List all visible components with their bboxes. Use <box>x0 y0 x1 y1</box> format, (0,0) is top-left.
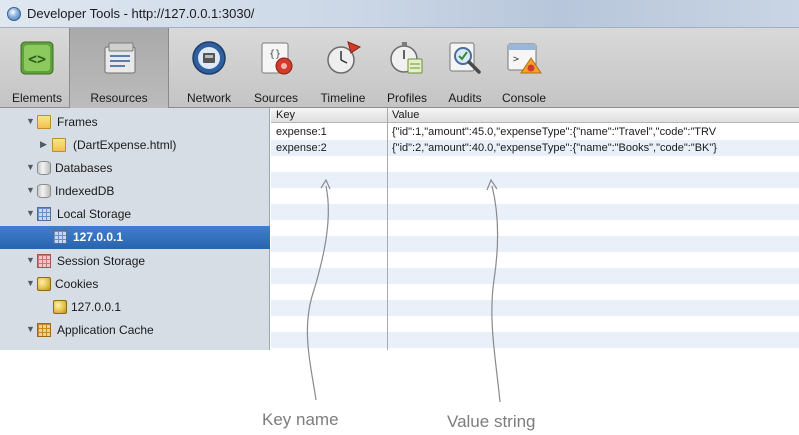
tab-audits[interactable]: Audits <box>440 28 490 108</box>
folder-icon <box>52 138 66 152</box>
tab-profiles-label: Profiles <box>386 91 427 105</box>
console-icon: > <box>507 43 542 74</box>
table-row[interactable] <box>271 268 799 284</box>
expand-arrow-icon[interactable]: ▼ <box>26 278 35 288</box>
expand-arrow-icon[interactable]: ▼ <box>26 116 35 126</box>
table-row[interactable] <box>271 316 799 332</box>
audits-icon <box>449 42 481 74</box>
sidebar-item-cookies-host[interactable]: 127.0.0.1 <box>0 296 270 319</box>
cookies-icon <box>53 300 67 314</box>
window-title: Developer Tools - http://127.0.0.1:3030/ <box>27 6 255 21</box>
sidebar-item-local-storage-host[interactable]: 127.0.0.1 <box>0 226 270 249</box>
key-cell[interactable]: expense:2 <box>276 142 327 154</box>
tab-network[interactable]: Network <box>176 28 242 108</box>
application-cache-icon <box>37 323 51 337</box>
tab-console-label: Console <box>501 91 547 105</box>
column-divider[interactable] <box>387 108 388 350</box>
key-name-callout: Key name <box>262 410 339 429</box>
tab-sources-label: Sources <box>253 91 299 105</box>
tab-elements-label: Elements <box>11 91 63 105</box>
table-row[interactable] <box>271 204 799 220</box>
sidebar-item-frames[interactable]: ▼ Frames <box>0 111 270 134</box>
network-icon <box>192 41 226 75</box>
tab-resources[interactable]: Resources <box>69 28 169 108</box>
sidebar-item-dartexpense[interactable]: ▶ (DartExpense.html) <box>0 134 270 157</box>
sidebar-item-label: Session Storage <box>57 254 146 268</box>
local-storage-icon <box>37 207 51 221</box>
devtools-window: Developer Tools - http://127.0.0.1:3030/… <box>0 0 799 350</box>
app-icon <box>7 7 21 21</box>
session-storage-icon <box>37 254 51 268</box>
sidebar-item-databases[interactable]: ▼ Databases <box>0 157 270 180</box>
sidebar-item-label: Frames <box>57 115 98 129</box>
value-cell[interactable]: {"id":2,"amount":40.0,"expenseType":{"na… <box>392 142 717 154</box>
table-row[interactable] <box>271 236 799 252</box>
sidebar-item-application-cache[interactable]: ▼ Application Cache <box>0 319 270 342</box>
panel-toolbar: <> Elements Resources Network {} Sources… <box>0 28 799 108</box>
sidebar-item-cookies[interactable]: ▼ Cookies <box>0 273 270 296</box>
folder-icon <box>37 115 51 129</box>
database-icon <box>37 161 51 175</box>
table-row[interactable] <box>271 348 799 350</box>
elements-icon: <> <box>20 41 54 75</box>
expand-arrow-icon[interactable]: ▼ <box>26 185 35 195</box>
sidebar-item-label: 127.0.0.1 <box>71 300 122 314</box>
sidebar-item-indexeddb[interactable]: ▼ IndexedDB <box>0 180 270 203</box>
grid-header: Key Value <box>271 108 799 123</box>
sidebar-item-local-storage[interactable]: ▼ Local Storage <box>0 203 270 226</box>
svg-text:<>: <> <box>28 50 46 68</box>
timeline-icon <box>327 41 362 74</box>
tab-sources[interactable]: {} Sources <box>247 28 305 108</box>
value-cell[interactable]: {"id":1,"amount":45.0,"expenseType":{"na… <box>392 126 716 138</box>
title-bar: Developer Tools - http://127.0.0.1:3030/ <box>0 0 799 28</box>
tab-audits-label: Audits <box>448 91 482 105</box>
storage-data-grid: Key Value expense:1 {"id":1,"amount":45.0… <box>271 108 799 350</box>
expand-arrow-icon[interactable]: ▼ <box>26 255 35 265</box>
sidebar-item-label: Local Storage <box>57 207 132 221</box>
tab-elements[interactable]: <> Elements <box>6 28 68 108</box>
table-row[interactable] <box>271 332 799 348</box>
table-row[interactable] <box>271 300 799 316</box>
tab-profiles[interactable]: Profiles <box>380 28 434 108</box>
tab-resources-label: Resources <box>90 91 148 105</box>
tab-timeline[interactable]: Timeline <box>313 28 373 108</box>
tab-console[interactable]: > Console <box>496 28 552 108</box>
sidebar-item-label: Databases <box>55 161 113 175</box>
table-row[interactable]: expense:1 {"id":1,"amount":45.0,"expenseT… <box>271 124 799 140</box>
expand-arrow-icon[interactable]: ▼ <box>26 208 35 218</box>
sidebar-item-session-storage[interactable]: ▼ Session Storage <box>0 250 270 273</box>
sidebar-item-label: 127.0.0.1 <box>73 230 124 244</box>
sidebar-item-label: IndexedDB <box>55 184 115 198</box>
tab-timeline-label: Timeline <box>320 91 366 105</box>
profiles-icon <box>390 42 423 74</box>
table-row[interactable]: expense:2 {"id":2,"amount":40.0,"expenseT… <box>271 140 799 156</box>
key-cell[interactable]: expense:1 <box>276 126 327 138</box>
resources-sidebar: ▼ Frames ▶ (DartExpense.html) ▼ Database… <box>0 108 270 350</box>
table-row[interactable] <box>271 156 799 172</box>
sidebar-item-label: Application Cache <box>57 323 154 337</box>
column-header-value[interactable]: Value <box>392 109 419 121</box>
svg-text:>: > <box>513 54 519 65</box>
sources-icon: {} <box>261 42 293 75</box>
table-row[interactable] <box>271 172 799 188</box>
collapse-arrow-icon[interactable]: ▶ <box>40 139 47 150</box>
local-storage-icon <box>53 230 67 244</box>
table-row[interactable] <box>271 252 799 268</box>
database-icon <box>37 184 51 198</box>
table-row[interactable] <box>271 220 799 236</box>
tab-network-label: Network <box>186 91 231 105</box>
expand-arrow-icon[interactable]: ▼ <box>26 324 35 334</box>
resources-icon <box>104 42 136 74</box>
sidebar-item-label: Cookies <box>55 277 99 291</box>
value-string-callout: Value string <box>447 412 536 431</box>
expand-arrow-icon[interactable]: ▼ <box>26 162 35 172</box>
sidebar-item-label: (DartExpense.html) <box>73 138 177 152</box>
column-header-key[interactable]: Key <box>276 109 295 121</box>
table-row[interactable] <box>271 284 799 300</box>
svg-text:{}: {} <box>269 49 281 60</box>
cookies-icon <box>37 277 51 291</box>
table-row[interactable] <box>271 188 799 204</box>
